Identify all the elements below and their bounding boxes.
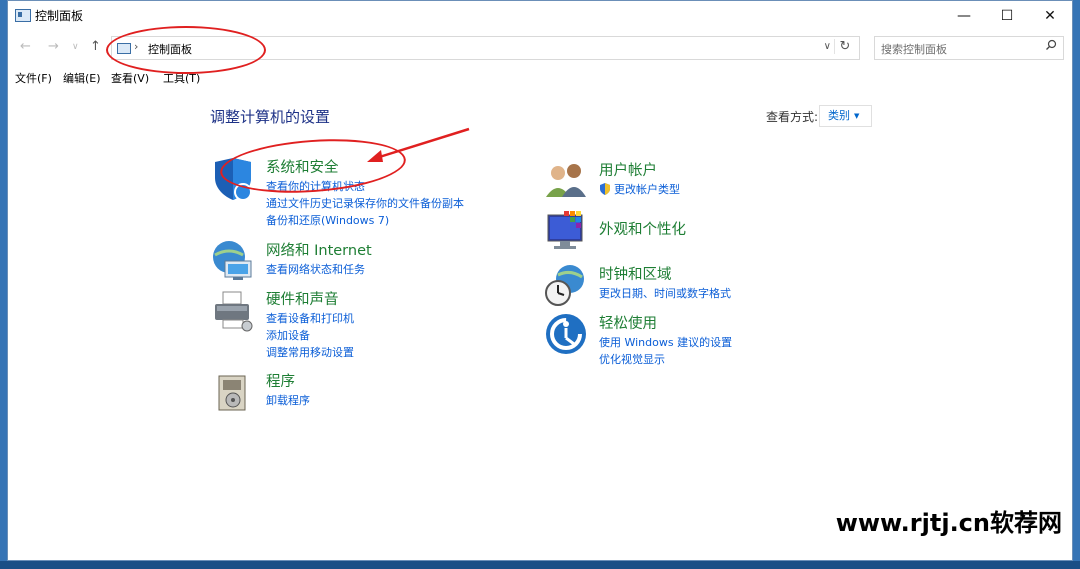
accessibility-icon[interactable] — [544, 312, 588, 356]
category-clock-region: 时钟和区域 更改日期、时间或数字格式 — [544, 263, 844, 307]
category-title-user-accounts[interactable]: 用户帐户 — [599, 159, 657, 180]
annotation-ellipse-address — [106, 26, 266, 74]
annotation-arrow — [367, 127, 470, 162]
category-title-clock-region[interactable]: 时钟和区域 — [599, 263, 672, 284]
recent-locations-button[interactable]: ∨ — [72, 42, 79, 52]
category-network-internet: 网络和 Internet 查看网络状态和任务 — [211, 239, 511, 280]
clock-globe-icon[interactable] — [544, 263, 588, 307]
uac-shield-icon — [600, 183, 610, 195]
category-appearance-personalization: 外观和个性化 — [544, 209, 844, 253]
network-globe-icon[interactable] — [211, 239, 255, 283]
window-title: 控制面板 — [35, 9, 84, 23]
up-button[interactable]: ↑ — [90, 39, 101, 54]
minimize-button[interactable]: — — [941, 1, 987, 31]
category-programs: 程序 卸载程序 — [211, 370, 511, 414]
address-dropdown-icon[interactable]: ∨ — [824, 41, 831, 52]
category-title-programs[interactable]: 程序 — [266, 370, 295, 391]
link-network-status[interactable]: 查看网络状态和任务 — [266, 261, 365, 278]
refresh-button[interactable]: ↻ — [834, 39, 855, 54]
search-icon[interactable] — [1045, 39, 1057, 55]
link-change-account-type-label: 更改帐户类型 — [614, 183, 680, 196]
view-by-label: 查看方式: — [766, 110, 819, 124]
category-hardware-sound: 硬件和声音 查看设备和打印机 添加设备 调整常用移动设置 — [211, 288, 511, 359]
link-uninstall-program[interactable]: 卸载程序 — [266, 392, 310, 409]
category-title-ease-of-access[interactable]: 轻松使用 — [599, 312, 657, 333]
caret-down-icon: ▼ — [854, 112, 860, 120]
watermark: www.rjtj.cn软荐网 — [835, 509, 1062, 537]
main-content: 调整计算机的设置 查看方式: 类别 ▼ 系统和安全 查看你的计算机状态 通过文件历… — [8, 91, 1072, 560]
category-ease-of-access: 轻松使用 使用 Windows 建议的设置 优化视觉显示 — [544, 312, 844, 366]
view-by-dropdown[interactable]: 类别 ▼ — [819, 105, 872, 127]
back-button[interactable]: ← — [20, 39, 31, 54]
link-optimize-visual-display[interactable]: 优化视觉显示 — [599, 351, 732, 368]
link-mobility-settings[interactable]: 调整常用移动设置 — [266, 344, 354, 361]
link-recommended-settings[interactable]: 使用 Windows 建议的设置 — [599, 334, 732, 351]
programs-icon[interactable] — [211, 370, 255, 414]
link-change-account-type[interactable]: 更改帐户类型 — [599, 181, 680, 198]
view-by-value: 类别 — [828, 109, 850, 122]
close-button[interactable]: ✕ — [1027, 1, 1072, 31]
link-add-device[interactable]: 添加设备 — [266, 327, 354, 344]
link-devices-printers[interactable]: 查看设备和打印机 — [266, 310, 354, 327]
printer-icon[interactable] — [211, 288, 255, 332]
control-panel-icon — [15, 9, 31, 22]
taskbar — [0, 561, 1080, 569]
page-title: 调整计算机的设置 — [210, 108, 331, 126]
category-title-appearance-personalization[interactable]: 外观和个性化 — [599, 218, 686, 239]
category-title-network-internet[interactable]: 网络和 Internet — [266, 239, 372, 260]
menu-view[interactable]: 查看(V) — [111, 70, 149, 86]
category-title-hardware-sound[interactable]: 硬件和声音 — [266, 288, 339, 309]
control-panel-window: 控制面板 — ☐ ✕ ← → ∨ ↑ › 控制面板 ∨ ↻ 搜索控制面板 文件(… — [7, 0, 1073, 561]
desktop-right-edge — [1073, 0, 1080, 561]
link-change-date-time-format[interactable]: 更改日期、时间或数字格式 — [599, 285, 731, 302]
monitor-palette-icon[interactable] — [544, 209, 588, 253]
desktop-left-edge — [0, 0, 7, 561]
users-icon[interactable] — [544, 159, 588, 203]
menu-file[interactable]: 文件(F) — [15, 70, 52, 86]
search-placeholder: 搜索控制面板 — [881, 43, 947, 56]
link-file-history-backup[interactable]: 通过文件历史记录保存你的文件备份副本 — [266, 195, 464, 212]
search-input[interactable]: 搜索控制面板 — [874, 36, 1064, 60]
category-user-accounts: 用户帐户 更改帐户类型 — [544, 159, 844, 199]
menu-edit[interactable]: 编辑(E) — [63, 70, 101, 86]
forward-button[interactable]: → — [48, 39, 59, 54]
link-backup-restore[interactable]: 备份和还原(Windows 7) — [266, 212, 464, 229]
maximize-button[interactable]: ☐ — [984, 1, 1030, 31]
